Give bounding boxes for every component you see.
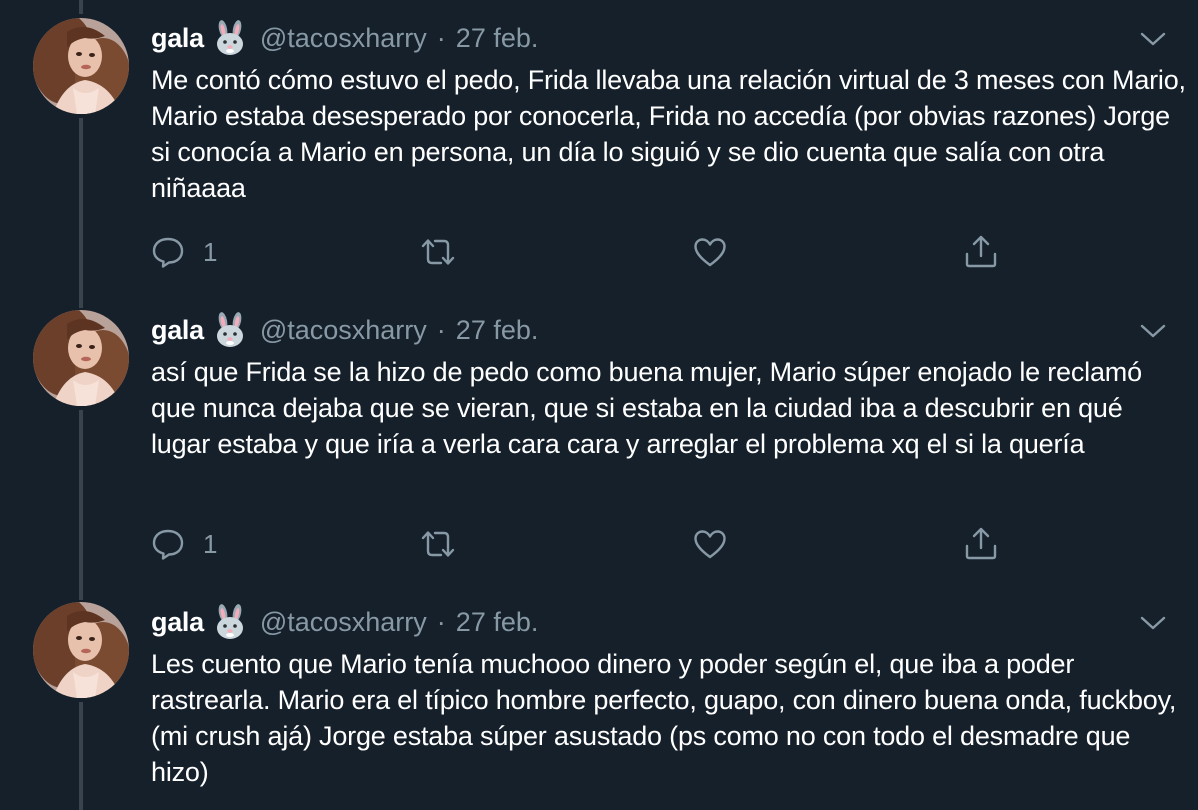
tweet[interactable]: gala @tacosxharry · 27 feb. [0, 18, 1198, 298]
share-icon [963, 233, 999, 269]
reply-icon [151, 527, 185, 561]
reply-count: 1 [203, 236, 218, 267]
tweet-header: gala @tacosxharry · 27 feb. [151, 310, 538, 350]
user-handle[interactable]: @tacosxharry [260, 315, 427, 346]
like-button[interactable] [693, 527, 727, 561]
reply-button[interactable]: 1 [151, 527, 217, 561]
display-name[interactable]: gala [151, 315, 204, 346]
tweet-header: gala @tacosxharry · 27 feb. [151, 18, 538, 58]
separator-dot: · [436, 606, 446, 637]
like-icon [693, 527, 727, 561]
timeline: gala @tacosxharry · 27 feb. Me contó cóm… [0, 0, 1198, 810]
tweet-text: así que Frida se la hizo de pedo como bu… [151, 357, 1142, 459]
separator-dot: · [436, 314, 446, 345]
retweet-button[interactable] [419, 527, 457, 561]
user-handle[interactable]: @tacosxharry [260, 607, 427, 638]
tweet-date[interactable]: 27 feb. [456, 607, 539, 638]
like-icon [693, 235, 727, 269]
share-icon [963, 525, 999, 561]
retweet-icon [419, 235, 457, 269]
chevron-down-icon[interactable] [1138, 26, 1168, 52]
user-handle[interactable]: @tacosxharry [260, 23, 427, 54]
separator-dot: · [436, 22, 446, 53]
tweet[interactable]: gala @tacosxharry · 27 feb. [0, 602, 1198, 810]
reply-button[interactable]: 1 [151, 235, 217, 269]
avatar[interactable] [33, 310, 129, 406]
reply-icon [151, 235, 185, 269]
rabbit-face-icon [212, 604, 248, 640]
avatar[interactable] [33, 602, 129, 698]
retweet-button[interactable] [419, 235, 457, 269]
tweet-actions: 1 [151, 231, 1031, 271]
tweet-text: Me contó cómo estuvo el pedo, Frida llev… [151, 65, 1186, 203]
like-button[interactable] [693, 235, 727, 269]
thread-line [79, 0, 83, 14]
rabbit-face-icon [212, 312, 248, 348]
tweet-date[interactable]: 27 feb. [456, 23, 539, 54]
tweet-actions: 1 [151, 523, 1031, 563]
avatar[interactable] [33, 18, 129, 114]
share-button[interactable] [963, 233, 999, 269]
display-name[interactable]: gala [151, 607, 204, 638]
display-name[interactable]: gala [151, 23, 204, 54]
chevron-down-icon[interactable] [1138, 610, 1168, 636]
rabbit-face-icon [212, 20, 248, 56]
tweet-header: gala @tacosxharry · 27 feb. [151, 602, 538, 642]
share-button[interactable] [963, 525, 999, 561]
tweet[interactable]: gala @tacosxharry · 27 feb. [0, 310, 1198, 590]
tweet-text: Les cuento que Mario tenía muchooo diner… [151, 649, 1177, 787]
chevron-down-icon[interactable] [1138, 318, 1168, 344]
retweet-icon [419, 527, 457, 561]
reply-count: 1 [203, 528, 218, 559]
tweet-date[interactable]: 27 feb. [456, 315, 539, 346]
